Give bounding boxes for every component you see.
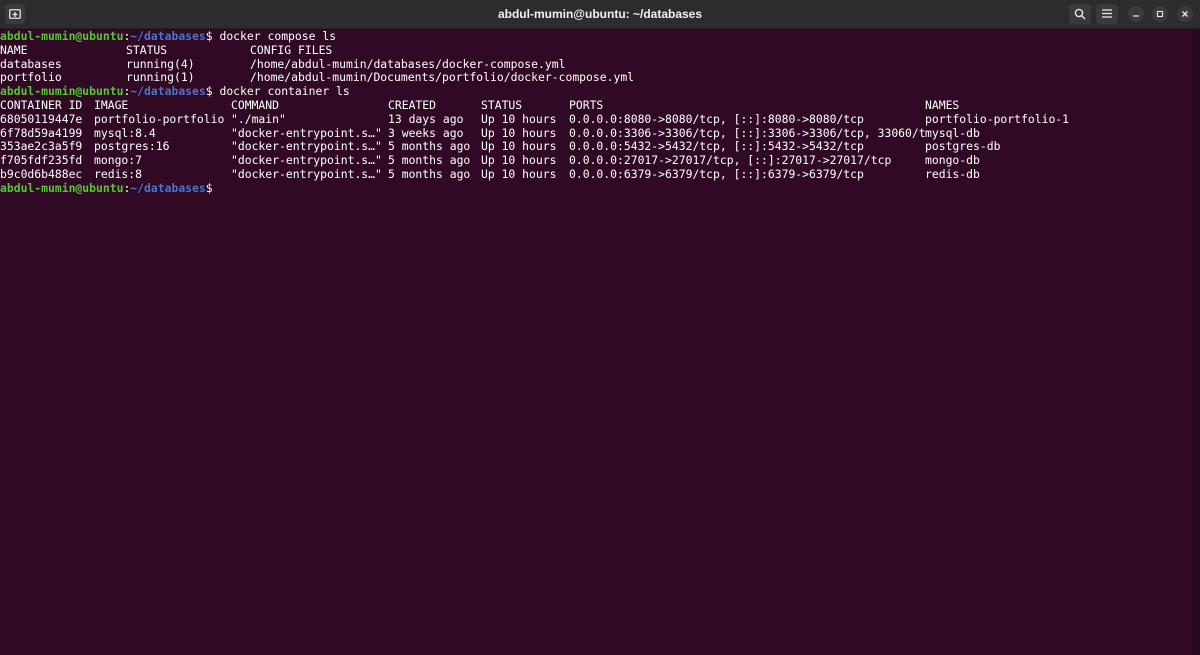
prompt-path: ~/databases bbox=[130, 85, 206, 99]
container-header-cell: COMMAND bbox=[231, 98, 280, 112]
container-header-cell: PORTS bbox=[569, 98, 604, 112]
container-cell: mongo:7 bbox=[94, 154, 143, 168]
container-cell: mysql:8.4 bbox=[94, 126, 156, 140]
container-cell: 5 months ago bbox=[388, 154, 471, 168]
terminal-window: abdul-mumin@ubuntu: ~/databases abdul-mu… bbox=[0, 0, 1200, 655]
container-cell: Up 10 hours bbox=[481, 140, 557, 154]
container-cell: Up 10 hours bbox=[481, 112, 557, 126]
prompt-dollar: $ bbox=[205, 181, 220, 195]
compose-cell: running(4) bbox=[126, 57, 195, 71]
container-cell: 0.0.0.0:8080->8080/tcp, [::]:8080->8080/… bbox=[569, 112, 864, 126]
container-cell: b9c0d6b488ec bbox=[0, 167, 83, 181]
container-cell: 6f78d59a4199 bbox=[0, 126, 83, 140]
compose-row: databases running(4) /home/abdul-mumin/dat… bbox=[0, 58, 1192, 72]
container-cell: 0.0.0.0:6379->6379/tcp, [::]:6379->6379/… bbox=[569, 167, 864, 181]
container-cell: 0.0.0.0:5432->5432/tcp, [::]:5432->5432/… bbox=[569, 140, 864, 154]
container-header-cell: STATUS bbox=[481, 98, 523, 112]
prompt-user-host: abdul-mumin@ubuntu bbox=[0, 30, 124, 43]
container-cell: 353ae2c3a5f9 bbox=[0, 140, 83, 154]
container-cell: 3 weeks ago bbox=[388, 126, 464, 140]
container-cell: mysql-db bbox=[925, 126, 980, 140]
container-cell: postgres:16 bbox=[94, 140, 170, 154]
prompt-path: ~/databases bbox=[130, 181, 206, 195]
container-cell: "./main" bbox=[231, 112, 286, 126]
window-title: abdul-mumin@ubuntu: ~/databases bbox=[497, 7, 703, 21]
container-cell: postgres-db bbox=[925, 140, 1001, 154]
container-row: 6f78d59a4199 mysql:8.4 "docker-entrypoint.… bbox=[0, 127, 1192, 141]
container-cell: Up 10 hours bbox=[481, 167, 557, 181]
compose-cell: /home/abdul-mumin/Documents/portfolio/do… bbox=[250, 71, 635, 85]
container-cell: portfolio-portfolio bbox=[94, 112, 225, 126]
container-cell: "docker-entrypoint.s…" bbox=[231, 140, 382, 154]
container-header-row: CONTAINER ID IMAGE COMMAND CREATED STATUS POR… bbox=[0, 99, 1192, 113]
container-row: 353ae2c3a5f9 postgres:16 "docker-entrypoin… bbox=[0, 140, 1192, 154]
container-row: b9c0d6b488ec redis:8 "docker-entrypoint.s…… bbox=[0, 168, 1192, 182]
container-row: f705fdf235fd mongo:7 "docker-entrypoint.s…… bbox=[0, 154, 1192, 168]
minimize-icon[interactable] bbox=[1128, 6, 1144, 22]
container-cell: 0.0.0.0:27017->27017/tcp, [::]:27017->27… bbox=[569, 154, 892, 168]
container-cell: redis-db bbox=[925, 167, 980, 181]
hamburger-menu-icon[interactable] bbox=[1096, 4, 1118, 24]
search-icon[interactable] bbox=[1069, 4, 1091, 24]
container-cell: 13 days ago bbox=[388, 112, 464, 126]
container-header-cell: IMAGE bbox=[94, 98, 129, 112]
prompt-line: abdul-mumin@ubuntu:~/databases$ docker c… bbox=[0, 85, 1192, 99]
container-cell: mongo-db bbox=[925, 154, 980, 168]
terminal-output[interactable]: abdul-mumin@ubuntu:~/databases$ docker c… bbox=[0, 29, 1192, 655]
container-cell: Up 10 hours bbox=[481, 126, 557, 140]
container-header-cell: CREATED bbox=[388, 98, 437, 112]
container-cell: 5 months ago bbox=[388, 140, 471, 154]
title-bar[interactable]: abdul-mumin@ubuntu: ~/databases bbox=[0, 0, 1200, 29]
compose-cell: databases bbox=[0, 57, 62, 71]
container-cell: "docker-entrypoint.s…" bbox=[231, 167, 382, 181]
container-header-cell: NAMES bbox=[925, 98, 960, 112]
prompt-dollar: $ bbox=[205, 30, 220, 43]
container-cell: Up 10 hours bbox=[481, 154, 557, 168]
command-text: docker container ls bbox=[219, 85, 350, 99]
compose-cell: portfolio bbox=[0, 71, 62, 85]
compose-header-cell: STATUS bbox=[126, 43, 168, 57]
prompt-path: ~/databases bbox=[130, 30, 206, 43]
compose-header-cell: NAME bbox=[0, 43, 28, 57]
container-cell: redis:8 bbox=[94, 167, 143, 181]
container-cell: 5 months ago bbox=[388, 167, 471, 181]
compose-row: portfolio running(1) /home/abdul-mumin/Doc… bbox=[0, 71, 1192, 85]
compose-header-cell: CONFIG FILES bbox=[250, 43, 333, 57]
close-icon[interactable] bbox=[1177, 6, 1193, 22]
prompt-dollar: $ bbox=[205, 85, 220, 99]
container-row: 68050119447e portfolio-portfolio "./main" 1… bbox=[0, 113, 1192, 127]
terminal-scrollbar[interactable] bbox=[1192, 29, 1200, 655]
container-cell: "docker-entrypoint.s…" bbox=[231, 154, 382, 168]
container-header-cell: CONTAINER ID bbox=[0, 98, 83, 112]
prompt-line: abdul-mumin@ubuntu:~/databases$ docker c… bbox=[0, 30, 1192, 44]
container-cell: 68050119447e bbox=[0, 112, 83, 126]
prompt-line: abdul-mumin@ubuntu:~/databases$ bbox=[0, 182, 1192, 196]
container-cell: f705fdf235fd bbox=[0, 154, 83, 168]
prompt-user-host: abdul-mumin@ubuntu bbox=[0, 181, 124, 195]
prompt-user-host: abdul-mumin@ubuntu bbox=[0, 85, 124, 99]
container-cell: "docker-entrypoint.s…" bbox=[231, 126, 382, 140]
command-text: docker compose ls bbox=[219, 30, 337, 43]
container-cell: portfolio-portfolio-1 bbox=[925, 112, 1070, 126]
compose-cell: /home/abdul-mumin/databases/docker-compo… bbox=[250, 57, 566, 71]
compose-header-row: NAME STATUS CONFIG FILES bbox=[0, 44, 1192, 58]
compose-cell: running(1) bbox=[126, 71, 195, 85]
maximize-icon[interactable] bbox=[1152, 6, 1168, 22]
container-cell: 0.0.0.0:3306->3306/tcp, [::]:3306->3306/… bbox=[569, 126, 925, 140]
